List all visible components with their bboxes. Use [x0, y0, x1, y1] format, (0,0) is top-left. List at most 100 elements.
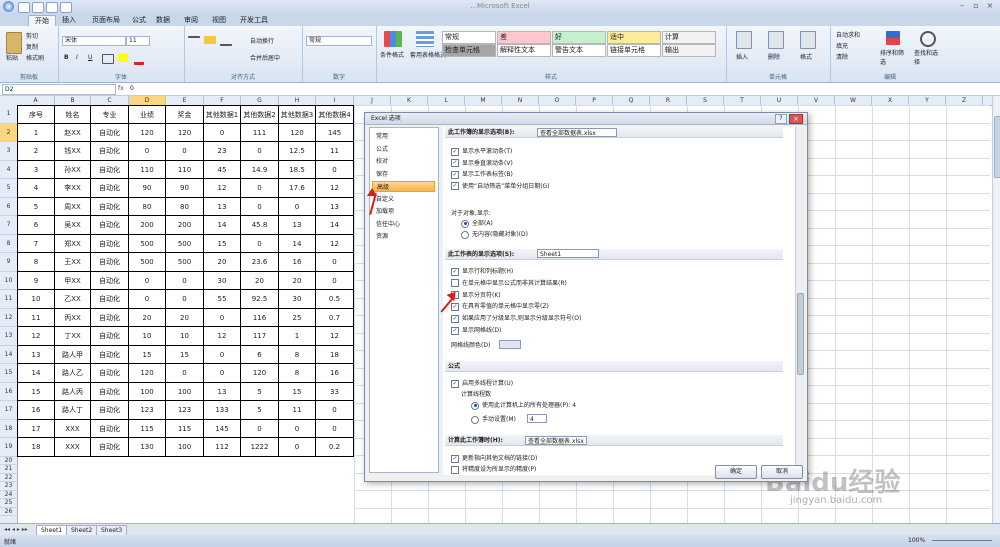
table-cell[interactable]: 80	[129, 197, 166, 216]
table-cell[interactable]: 14.9	[241, 160, 279, 179]
table-cell[interactable]: 郑XX	[55, 234, 91, 253]
font-size-box[interactable]: 11	[126, 36, 150, 46]
nav-item-5[interactable]: 自定义	[372, 194, 435, 205]
table-cell[interactable]: 11	[316, 142, 354, 161]
table-cell[interactable]: 0	[316, 160, 354, 179]
row-header-12[interactable]: 12	[0, 309, 17, 327]
table-cell[interactable]: 500	[129, 234, 166, 253]
table-cell[interactable]: 0	[166, 142, 204, 161]
column-header-G[interactable]: G	[241, 96, 279, 105]
objects-all-radio[interactable]: 全部(A)	[461, 219, 493, 228]
table-cell[interactable]: 路人乙	[55, 364, 91, 383]
row-header-17[interactable]: 17	[0, 401, 17, 420]
table-cell[interactable]: 0	[204, 345, 241, 364]
table-format-icon[interactable]	[416, 31, 434, 47]
table-cell[interactable]: 9	[17, 271, 55, 290]
row-header-9[interactable]: 9	[0, 253, 17, 272]
precision-checkbox[interactable]: 将精度设为所显示的精度(P)	[451, 465, 536, 474]
table-cell[interactable]: 自动化	[91, 345, 129, 364]
table-cell[interactable]: 111	[241, 123, 279, 142]
table-cell[interactable]: 30	[279, 290, 316, 309]
table-cell[interactable]: 12	[204, 327, 241, 346]
align-bottom-icon[interactable]	[220, 36, 232, 46]
formula-input[interactable]: 0	[130, 83, 134, 94]
column-header-V[interactable]: V	[798, 96, 835, 105]
table-cell[interactable]: 500	[129, 253, 166, 272]
column-header-N[interactable]: N	[502, 96, 539, 105]
row-header-16[interactable]: 16	[0, 383, 17, 401]
table-cell[interactable]: 自动化	[91, 308, 129, 327]
column-header-W[interactable]: W	[835, 96, 872, 105]
table-cell[interactable]: 路人丙	[55, 382, 91, 401]
find-icon[interactable]	[920, 31, 936, 47]
objects-none-radio[interactable]: 无内容(隐藏对象)(D)	[461, 230, 528, 239]
delete-button[interactable]: 删除	[768, 52, 780, 61]
row-header-1[interactable]: 1	[0, 105, 17, 124]
table-cell[interactable]: 0	[129, 271, 166, 290]
table-cell[interactable]: 15	[17, 382, 55, 401]
table-cell[interactable]: 500	[166, 234, 204, 253]
row-header-8[interactable]: 8	[0, 235, 17, 253]
table-cell[interactable]: 16	[17, 401, 55, 420]
table-cell[interactable]: 120	[129, 123, 166, 142]
table-header-cell[interactable]: 其他数据4	[316, 105, 354, 124]
table-cell[interactable]: 14	[279, 234, 316, 253]
table-cell[interactable]: 1	[279, 327, 316, 346]
row-header-19[interactable]: 19	[0, 438, 17, 457]
table-cell[interactable]: 30	[204, 271, 241, 290]
paste-button[interactable]: 粘贴	[6, 53, 18, 62]
table-cell[interactable]: 路人丁	[55, 401, 91, 420]
paste-icon[interactable]	[6, 32, 22, 54]
align-top-icon[interactable]	[188, 36, 200, 46]
table-cell[interactable]: 李XX	[55, 179, 91, 198]
table-cell[interactable]: 丁XX	[55, 327, 91, 346]
row-header-4[interactable]: 4	[0, 161, 17, 179]
table-cell[interactable]: 12	[316, 234, 354, 253]
font-name-box[interactable]: 宋体	[62, 36, 126, 46]
table-cell[interactable]: 20	[241, 271, 279, 290]
row-header-2[interactable]: 2	[0, 123, 17, 142]
tab-2[interactable]: 页面布局	[86, 15, 126, 26]
copy-button[interactable]: 复制	[26, 42, 38, 51]
table-cell[interactable]: 0	[241, 142, 279, 161]
table-cell[interactable]: 15	[166, 345, 204, 364]
threads-manual-input[interactable]: 4	[527, 414, 547, 423]
table-cell[interactable]: 0	[241, 179, 279, 198]
gridline-color-picker[interactable]	[499, 340, 521, 349]
row-header-18[interactable]: 18	[0, 420, 17, 438]
italic-button[interactable]: I	[76, 54, 78, 61]
table-cell[interactable]: 自动化	[91, 327, 129, 346]
table-cell[interactable]: 100	[166, 438, 204, 457]
table-cell[interactable]: 12	[17, 327, 55, 346]
s2_opts-checkbox-5[interactable]: ✓ 显示网格线(D)	[451, 326, 501, 335]
checkbox-icon[interactable]: ✓	[451, 170, 459, 179]
options-scrollbar[interactable]	[795, 127, 804, 475]
name-box[interactable]: D2	[2, 84, 116, 95]
fx-icon[interactable]: fx	[118, 83, 126, 94]
table-cell[interactable]: 自动化	[91, 234, 129, 253]
table-cell[interactable]: 0.2	[316, 438, 354, 457]
table-cell[interactable]: 110	[166, 160, 204, 179]
table-cell[interactable]: 90	[129, 179, 166, 198]
table-cell[interactable]: 1	[17, 123, 55, 142]
table-cell[interactable]: 123	[129, 401, 166, 420]
table-cell[interactable]: 0	[166, 364, 204, 383]
table-cell[interactable]: 12	[204, 179, 241, 198]
insert-button[interactable]: 插入	[736, 52, 748, 61]
zoom-level[interactable]: 100%	[908, 537, 925, 544]
table-cell[interactable]: 100	[166, 382, 204, 401]
table-cell[interactable]: 8	[279, 364, 316, 383]
nav-item-6[interactable]: 加载项	[372, 206, 435, 217]
table-cell[interactable]: 110	[129, 160, 166, 179]
help-icon[interactable]: ?	[775, 114, 787, 124]
table-cell[interactable]: 赵XX	[55, 123, 91, 142]
table-cell[interactable]: 自动化	[91, 197, 129, 216]
table-cell[interactable]: 55	[204, 290, 241, 309]
table-cell[interactable]: 0	[316, 401, 354, 420]
table-cell[interactable]: 15	[129, 345, 166, 364]
sheet-nav-arrows[interactable]: ◂◂ ◂ ▸ ▸▸	[4, 526, 28, 533]
cell-style-5[interactable]: 检查单元格	[442, 44, 496, 57]
table-cell[interactable]: 12.5	[279, 142, 316, 161]
cell-style-3[interactable]: 适中	[607, 31, 661, 44]
scroll-thumb[interactable]	[994, 116, 1000, 178]
